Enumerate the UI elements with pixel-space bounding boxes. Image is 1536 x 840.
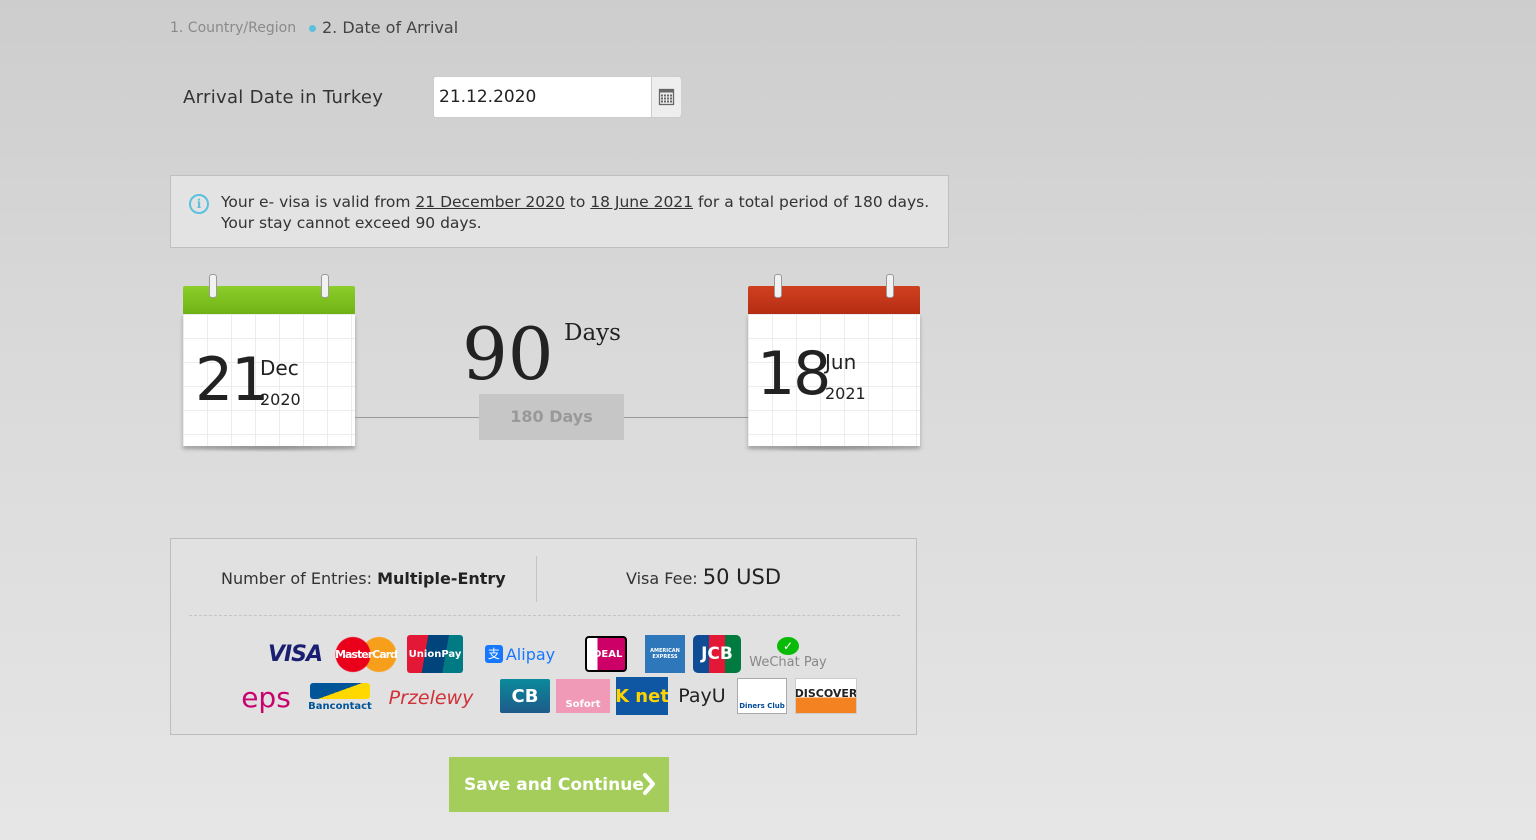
- number-of-entries: Number of Entries: Multiple-Entry: [221, 569, 506, 588]
- end-year: 2021: [825, 384, 866, 403]
- breadcrumb-step-date: 2. Date of Arrival: [322, 18, 459, 37]
- amex-logo: AMERICAN EXPRESS: [645, 635, 685, 673]
- breadcrumb-step-country[interactable]: 1. Country/Region: [170, 20, 296, 36]
- start-date-calendar: 21 Dec 2020: [171, 274, 367, 452]
- entries-value: Multiple-Entry: [377, 569, 506, 588]
- dashed-divider: [189, 615, 900, 616]
- chevron-right-icon: [643, 773, 655, 795]
- knet-logo: K net: [616, 677, 668, 715]
- timeline-line: [624, 417, 748, 418]
- visa-logo: VISA: [267, 641, 323, 667]
- validity-info-box: i Your e- visa is valid from 21 December…: [170, 175, 949, 248]
- end-date-calendar: 18 Jun 2021: [736, 274, 932, 452]
- calendar-ring: [321, 274, 329, 298]
- visa-fee: Visa Fee: 50 USD: [626, 565, 782, 589]
- calendar-button[interactable]: [651, 77, 681, 117]
- wechat-pay-logo: ✓ WeChat Pay: [749, 636, 827, 670]
- diners-club-logo: Diners Club: [737, 678, 787, 714]
- total-validity-badge: 180 Days: [479, 394, 624, 440]
- eps-logo: eps: [241, 680, 291, 714]
- stay-days-label: Days: [564, 320, 621, 346]
- arrival-date-input[interactable]: [434, 77, 646, 117]
- start-year: 2020: [260, 390, 301, 409]
- start-month: Dec: [260, 356, 299, 380]
- przelewy24-logo: Przelewy: [388, 687, 474, 709]
- ideal-logo: iDEAL: [585, 636, 627, 672]
- save-and-continue-button[interactable]: Save and Continue: [449, 757, 669, 812]
- alipay-logo: 支 Alipay: [482, 641, 558, 667]
- calendar-ring: [886, 274, 894, 298]
- payu-logo: PayU: [678, 685, 726, 707]
- end-day: 18: [757, 339, 831, 409]
- bancontact-logo: Bancontact: [307, 677, 373, 717]
- end-month: Jun: [825, 350, 857, 374]
- timeline-line: [355, 417, 480, 418]
- validity-info-text: Your e- visa is valid from 21 December 2…: [221, 193, 930, 232]
- calendar-ring: [209, 274, 217, 298]
- calendar-ring: [774, 274, 782, 298]
- visa-summary-box: Number of Entries: Multiple-Entry Visa F…: [170, 538, 917, 735]
- stay-days-number: 90: [462, 312, 554, 396]
- divider: [536, 556, 537, 602]
- calendar-icon: [658, 88, 675, 106]
- mastercard-logo: MasterCard: [335, 636, 397, 673]
- jcb-logo: JCB: [693, 635, 741, 673]
- visa-fee-value: 50 USD: [702, 565, 782, 589]
- arrival-date-field: [433, 76, 681, 118]
- breadcrumb-active-dot: [309, 25, 316, 32]
- discover-logo: DISCOVER: [795, 678, 857, 714]
- start-day: 21: [195, 345, 269, 415]
- valid-to-date: 18 June 2021: [590, 193, 694, 211]
- valid-from-date: 21 December 2020: [415, 193, 565, 211]
- unionpay-logo: UnionPay: [407, 635, 463, 673]
- arrival-date-label: Arrival Date in Turkey: [183, 87, 384, 108]
- cb-logo: CB: [500, 679, 550, 713]
- sofort-logo: Sofort: [556, 679, 610, 713]
- info-icon: i: [189, 194, 209, 214]
